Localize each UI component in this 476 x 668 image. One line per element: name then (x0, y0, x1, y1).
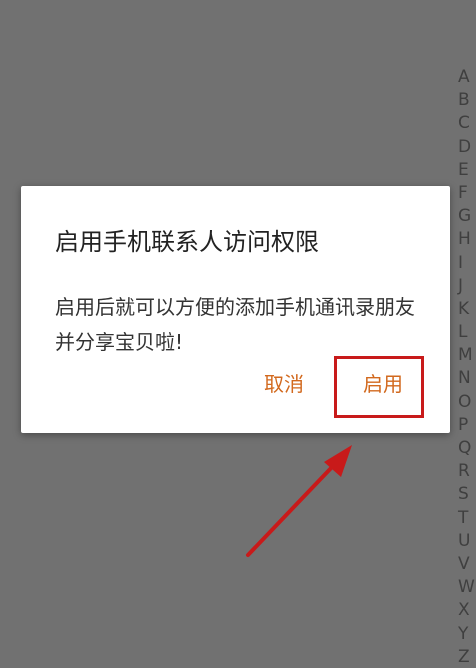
index-letter-d[interactable]: D (458, 136, 471, 159)
index-letter-s[interactable]: S (458, 483, 469, 506)
index-letter-b[interactable]: B (458, 89, 470, 112)
index-letter-w[interactable]: W (458, 576, 475, 599)
screen: A B C D E F G H I J K L M N O P Q R S T … (0, 0, 476, 668)
index-letter-m[interactable]: M (458, 344, 473, 367)
index-letter-v[interactable]: V (458, 553, 470, 576)
index-letter-u[interactable]: U (458, 530, 470, 553)
index-letter-x[interactable]: X (458, 599, 470, 622)
index-letter-r[interactable]: R (458, 460, 470, 483)
index-letter-f[interactable]: F (458, 182, 468, 205)
dialog-message: 启用后就可以方便的添加手机通讯录朋友并分享宝贝啦! (55, 295, 415, 354)
index-letter-n[interactable]: N (458, 367, 471, 390)
index-letter-j[interactable]: J (458, 275, 463, 298)
cancel-button[interactable]: 取消 (264, 370, 304, 398)
index-letter-e[interactable]: E (458, 159, 469, 182)
index-letter-h[interactable]: H (458, 228, 471, 251)
index-letter-i[interactable]: I (458, 252, 463, 275)
index-letter-o[interactable]: O (458, 391, 471, 414)
enable-button[interactable]: 启用 (363, 370, 403, 398)
index-letter-l[interactable]: L (458, 321, 467, 344)
index-letter-p[interactable]: P (458, 414, 468, 437)
index-letter-g[interactable]: G (458, 205, 471, 228)
alphabet-index-bar[interactable]: A B C D E F G H I J K L M N O P Q R S T … (458, 66, 476, 668)
index-letter-t[interactable]: T (458, 507, 468, 530)
index-letter-c[interactable]: C (458, 112, 470, 135)
index-letter-y[interactable]: Y (458, 623, 468, 646)
index-letter-a[interactable]: A (458, 66, 470, 89)
permission-dialog: 启用手机联系人访问权限 启用后就可以方便的添加手机通讯录朋友并分享宝贝啦! 取消… (21, 186, 450, 433)
index-letter-k[interactable]: K (458, 298, 469, 321)
dialog-title: 启用手机联系人访问权限 (55, 228, 319, 256)
index-letter-z[interactable]: Z (458, 646, 470, 668)
index-letter-q[interactable]: Q (458, 437, 471, 460)
